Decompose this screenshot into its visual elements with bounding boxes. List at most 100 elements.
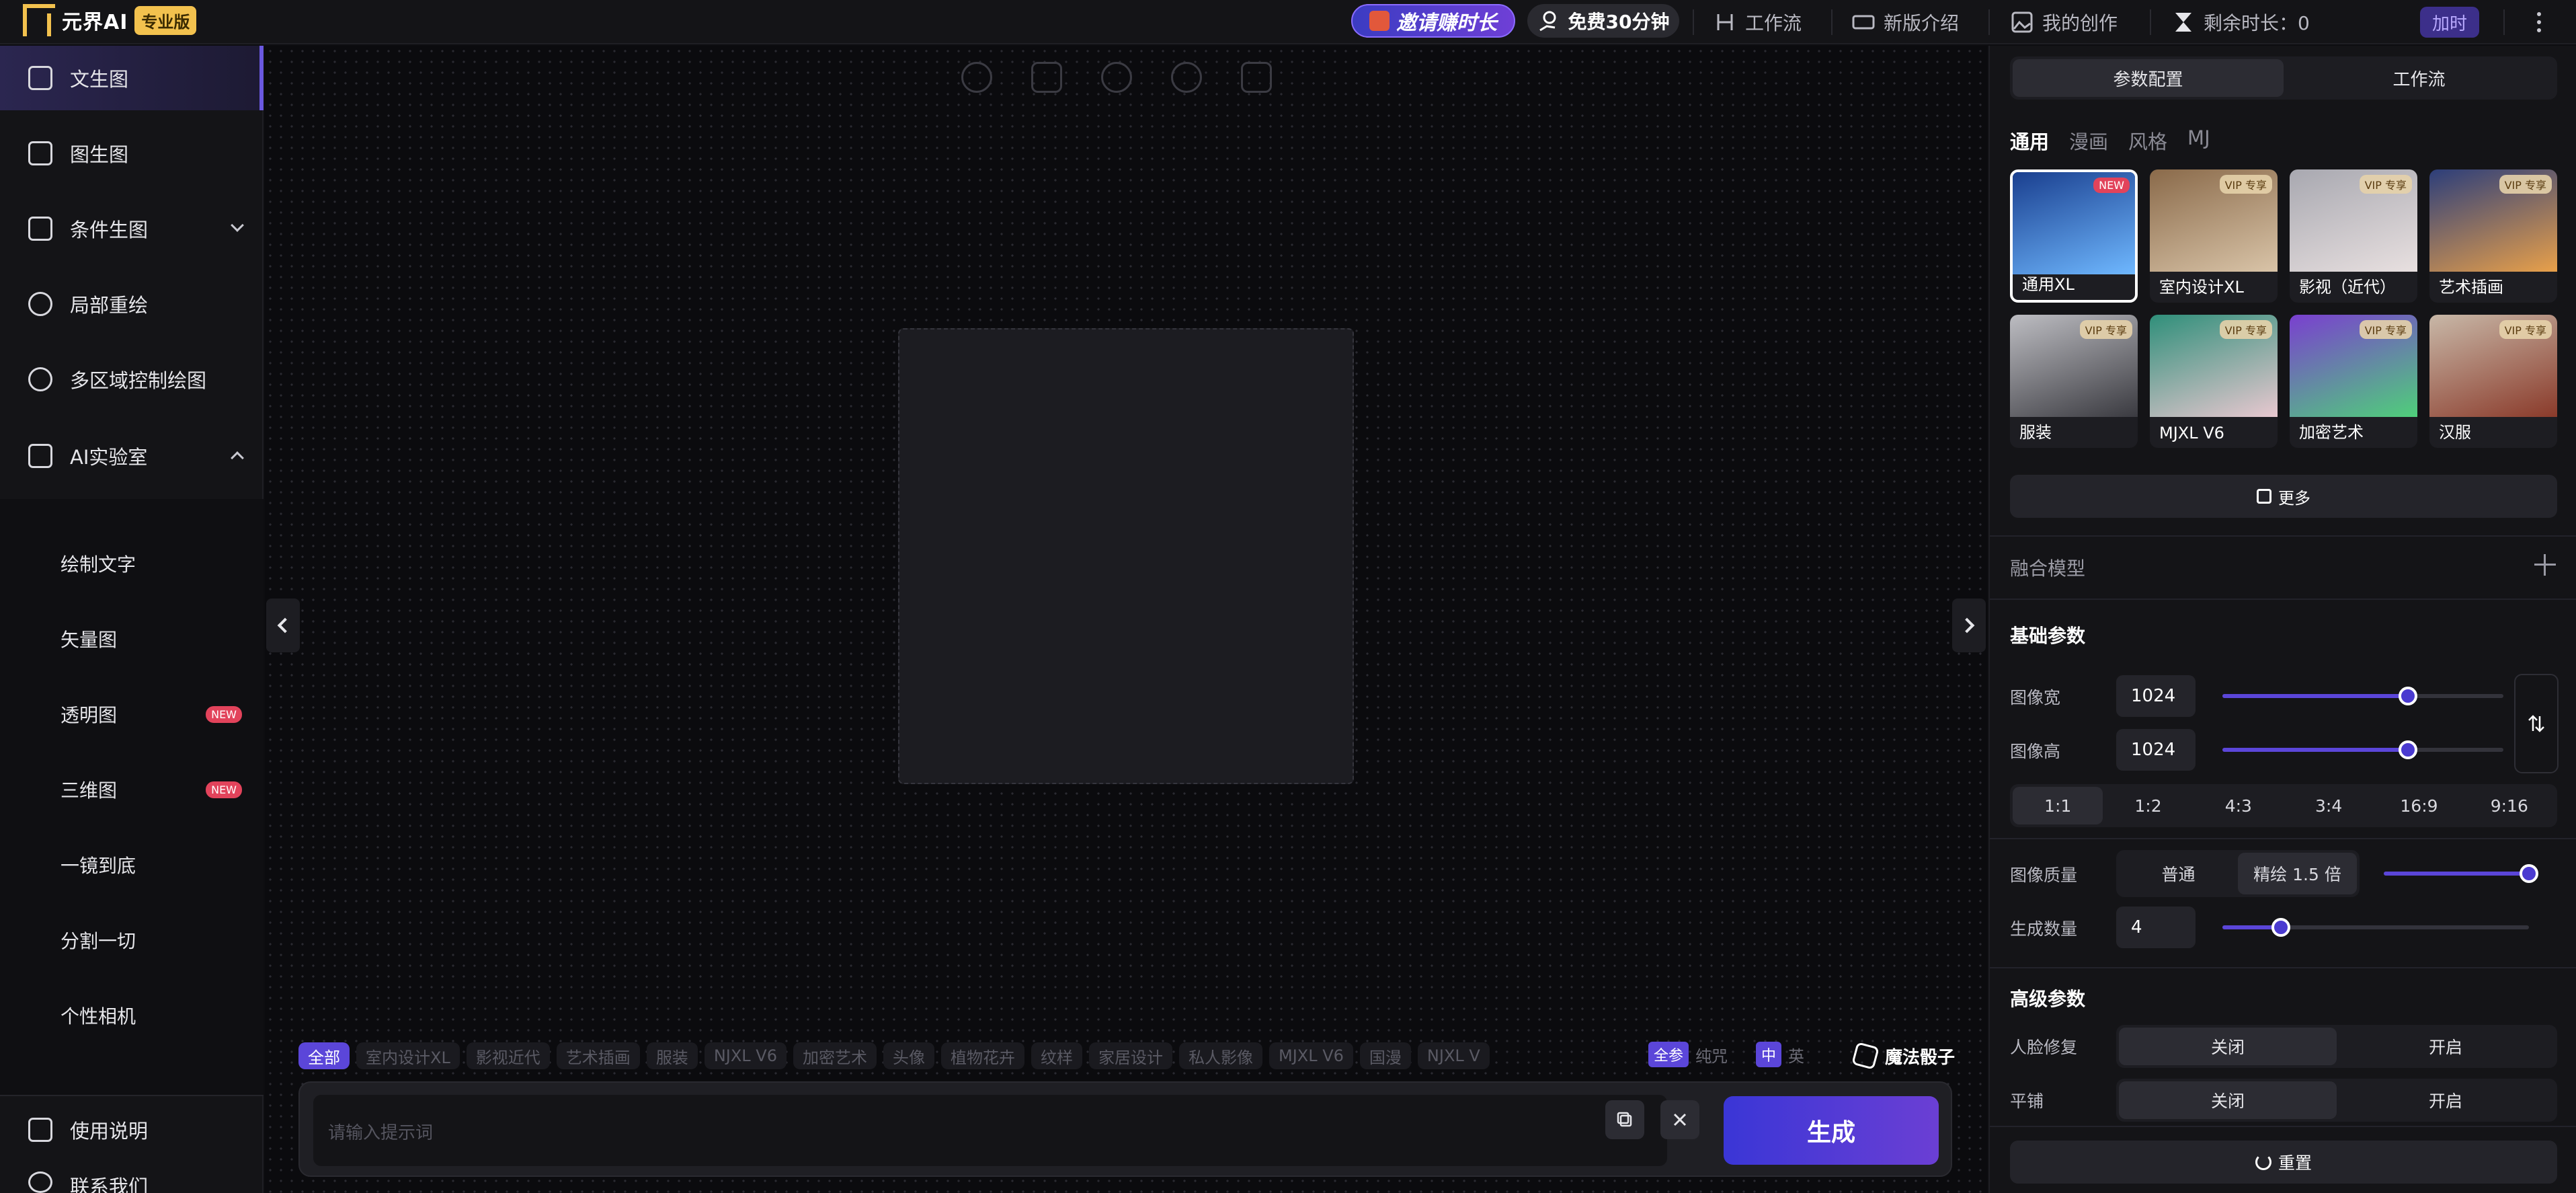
mode-all[interactable]: 全参 [1648, 1042, 1689, 1067]
language-toggle[interactable]: 中 英 [1756, 1041, 1804, 1068]
canvas-artboard[interactable] [898, 328, 1354, 784]
magic-dice-button[interactable]: 魔法骰子 [1851, 1041, 1955, 1071]
lab-item-camera[interactable]: 个性相机 [0, 983, 264, 1048]
model-card[interactable]: VIP 专享 MJXL V6 [2150, 315, 2278, 448]
model-card[interactable]: VIP 专享 服装 [2010, 315, 2138, 448]
mode-pure[interactable]: 纯咒 [1695, 1043, 1728, 1067]
width-slider[interactable] [2222, 687, 2503, 705]
prompt-input[interactable]: 请输入提示词 [313, 1095, 1667, 1166]
tag-chip[interactable]: 服装 [646, 1042, 698, 1069]
tab-mj[interactable]: MJ [2187, 126, 2210, 155]
tab-params[interactable]: 参数配置 [2013, 59, 2284, 97]
collapse-left-button[interactable] [266, 599, 300, 652]
ratio-option[interactable]: 3:4 [2284, 787, 2374, 824]
tab-style[interactable]: 风格 [2128, 126, 2167, 155]
tag-chip[interactable]: 家居设计 [1088, 1042, 1172, 1069]
swap-dimensions-button[interactable] [2514, 674, 2559, 773]
ratio-option[interactable]: 1:2 [2103, 787, 2193, 824]
lab-item-vector[interactable]: 矢量图 [0, 607, 264, 671]
sidebar-item-contact[interactable]: 联系我们 [0, 1171, 264, 1193]
tag-chip[interactable]: 影视近代 [466, 1042, 550, 1069]
tag-chip[interactable]: 全部 [298, 1042, 350, 1069]
slider-handle[interactable] [2271, 918, 2290, 937]
model-card[interactable]: NEW 通用XL [2010, 169, 2138, 303]
tab-workflow[interactable]: 工作流 [2284, 59, 2554, 97]
reset-button[interactable]: 重置 [2010, 1141, 2557, 1184]
smile-icon[interactable] [1101, 62, 1132, 93]
more-menu-icon[interactable] [2529, 5, 2549, 39]
model-card[interactable]: VIP 专享 加密艺术 [2290, 315, 2417, 448]
free-time-button[interactable]: 免费30分钟 [1527, 4, 1679, 38]
add-time-button[interactable]: 加时 [2420, 7, 2479, 38]
lab-item-one-take[interactable]: 一镜到底 [0, 833, 264, 897]
tile-off[interactable]: 关闭 [2119, 1081, 2337, 1119]
ratio-option[interactable]: 4:3 [2193, 787, 2284, 824]
count-input[interactable]: 4 [2116, 907, 2196, 948]
sidebar-item-guide[interactable]: 使用说明 [0, 1098, 264, 1162]
copy-icon [1617, 1112, 1632, 1127]
ratio-option[interactable]: 1:1 [2013, 787, 2103, 824]
model-card[interactable]: VIP 专享 汉服 [2429, 315, 2557, 448]
clear-button[interactable] [1660, 1100, 1699, 1139]
generate-button[interactable]: 生成 [1724, 1096, 1939, 1165]
model-card[interactable]: VIP 专享 艺术插画 [2429, 169, 2557, 303]
ratio-option[interactable]: 9:16 [2464, 787, 2554, 824]
hand-icon[interactable] [1171, 62, 1202, 93]
lab-item-draw-text[interactable]: 绘制文字 [0, 531, 264, 596]
height-input[interactable]: 1024 [2116, 729, 2196, 771]
slider-handle[interactable] [2399, 740, 2417, 759]
tile-on[interactable]: 开启 [2337, 1081, 2554, 1119]
tag-chip[interactable]: 加密艺术 [793, 1042, 877, 1069]
tag-chip[interactable]: 艺术插画 [556, 1042, 640, 1069]
face-fix-on[interactable]: 开启 [2337, 1028, 2554, 1065]
sidebar-item-inpaint[interactable]: 局部重绘 [0, 272, 264, 336]
lang-zh[interactable]: 中 [1756, 1042, 1782, 1067]
more-models-button[interactable]: 更多 [2010, 475, 2557, 518]
aperture-icon[interactable] [961, 62, 992, 93]
tag-chip[interactable]: 植物花卉 [940, 1042, 1024, 1069]
model-card[interactable]: VIP 专享 室内设计XL [2150, 169, 2278, 303]
ratio-option[interactable]: 16:9 [2374, 787, 2464, 824]
tag-chip[interactable]: 纹样 [1031, 1042, 1082, 1069]
tag-chip[interactable]: 头像 [883, 1042, 934, 1069]
slider-handle[interactable] [2520, 864, 2538, 883]
slider-handle[interactable] [2399, 687, 2417, 705]
model-card[interactable]: VIP 专享 影视（近代） [2290, 169, 2417, 303]
prompt-mode-toggle[interactable]: 全参 纯咒 [1648, 1041, 1728, 1068]
quality-normal[interactable]: 普通 [2119, 853, 2238, 894]
header-my-creation[interactable]: 我的创作 [2010, 0, 2118, 44]
lab-item-3d[interactable]: 三维图 NEW [0, 757, 264, 822]
count-slider[interactable] [2222, 918, 2529, 937]
tag-chip[interactable]: NJXL V [1417, 1042, 1490, 1069]
lang-en[interactable]: 英 [1788, 1043, 1804, 1067]
fullscreen-icon[interactable] [1241, 62, 1272, 93]
tab-general[interactable]: 通用 [2010, 126, 2049, 155]
lab-item-segment[interactable]: 分割一切 [0, 908, 264, 972]
header-workflow[interactable]: 工作流 [1713, 0, 1802, 44]
tab-comic[interactable]: 漫画 [2069, 126, 2108, 155]
sidebar-item-text-to-image[interactable]: 文生图 [0, 46, 264, 110]
invite-button[interactable]: 邀请赚时长 [1351, 4, 1515, 38]
lab-item-transparent[interactable]: 透明图 NEW [0, 682, 264, 746]
face-fix-off[interactable]: 关闭 [2119, 1028, 2337, 1065]
quality-slider[interactable] [2384, 864, 2538, 883]
sidebar-item-conditional[interactable]: 条件生图 [0, 196, 264, 261]
tag-chip[interactable]: NJXL V6 [704, 1042, 787, 1069]
tag-chip[interactable]: 国漫 [1359, 1042, 1411, 1069]
width-input[interactable]: 1024 [2116, 675, 2196, 717]
sidebar-item-ai-lab[interactable]: AI实验室 [0, 424, 264, 488]
basic-params-title: 基础参数 [2010, 625, 2086, 647]
header-new-intro[interactable]: 新版介绍 [1851, 0, 1959, 44]
add-fusion-icon[interactable] [2534, 554, 2556, 576]
tag-chip[interactable]: MJXL V6 [1269, 1042, 1353, 1069]
sidebar-item-image-to-image[interactable]: 图生图 [0, 121, 264, 186]
height-slider[interactable] [2222, 740, 2503, 759]
tag-chip[interactable]: 室内设计XL [356, 1042, 460, 1069]
tag-chip[interactable]: 私人影像 [1178, 1042, 1262, 1069]
logo[interactable]: 元界AI 专业版 [23, 4, 197, 36]
layout-icon[interactable] [1031, 62, 1062, 93]
quality-fine[interactable]: 精绘 1.5 倍 [2238, 853, 2357, 894]
sidebar-item-regions[interactable]: 多区域控制绘图 [0, 347, 264, 412]
copy-button[interactable] [1605, 1100, 1644, 1139]
collapse-right-button[interactable] [1952, 599, 1986, 652]
